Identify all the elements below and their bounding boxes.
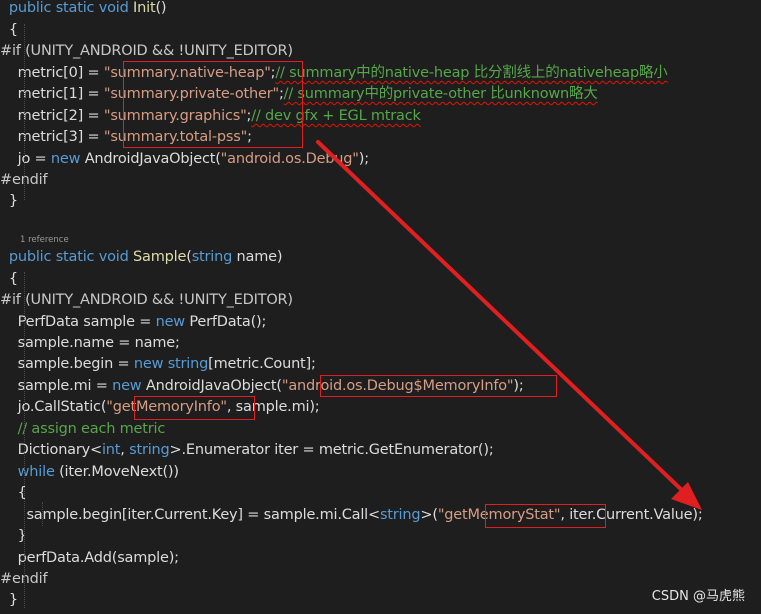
code-keyword: public — [8, 0, 52, 16]
code-string: "summary.total-pss" — [103, 129, 248, 145]
indent-guide — [42, 502, 43, 526]
code-token: ); — [513, 378, 524, 394]
code-keyword: public — [8, 249, 52, 265]
code-line[interactable]: perfData.Add(sample); — [0, 548, 179, 570]
code-line[interactable]: #if (UNITY_ANDROID && !UNITY_EDITOR) — [0, 41, 293, 63]
code-line[interactable]: while (iter.MoveNext()) — [0, 462, 179, 484]
code-preprocessor: #if (UNITY_ANDROID && !UNITY_EDITOR) — [0, 43, 293, 59]
code-token: Dictionary< — [0, 442, 103, 458]
code-keyword: string — [129, 442, 170, 458]
code-token: sample.begin = — [0, 356, 134, 372]
code-comment: // summary中的private-other 比unknown略大 — [283, 86, 598, 102]
code-preprocessor: #if (UNITY_ANDROID && !UNITY_EDITOR) — [0, 292, 293, 308]
code-keyword: new — [133, 356, 164, 372]
code-line[interactable]: metric[3] = "summary.total-pss"; — [0, 127, 252, 149]
code-string: "android.os.Debug$MemoryInfo" — [281, 378, 514, 394]
code-line[interactable]: } — [0, 191, 18, 213]
code-string: "getMemoryInfo" — [106, 399, 227, 415]
code-token: } — [0, 528, 27, 544]
code-comment: // assign each metric — [17, 421, 166, 437]
code-keyword: int — [101, 442, 121, 458]
code-token: metric[0] = — [0, 65, 104, 81]
code-token: metric[3] = — [0, 129, 104, 145]
code-string: "getMemoryStat" — [437, 507, 561, 523]
code-token: () — [155, 0, 167, 16]
code-keyword: string — [191, 249, 233, 265]
code-string: "summary.native-heap" — [103, 65, 271, 81]
code-method: Init — [133, 0, 156, 16]
code-token: jo.CallStatic( — [0, 399, 107, 415]
code-token: jo = — [0, 151, 51, 167]
codelens-reference[interactable]: 1 reference — [20, 234, 69, 246]
code-line[interactable]: public static void Init() — [0, 0, 167, 20]
code-token: metric[1] = — [0, 86, 104, 102]
code-line[interactable]: jo.CallStatic("getMemoryInfo", sample.mi… — [0, 397, 320, 419]
code-line[interactable]: } — [0, 526, 27, 548]
code-token: { — [0, 485, 27, 501]
code-method: Sample — [133, 249, 187, 265]
code-token: { — [0, 22, 18, 38]
code-token: >.Enumerator iter = metric.GetEnumerator… — [169, 442, 494, 458]
code-token: name) — [232, 249, 283, 265]
code-line[interactable]: jo = new AndroidJavaObject("android.os.D… — [0, 149, 370, 171]
code-token: >( — [420, 507, 438, 523]
code-line[interactable]: metric[1] = "summary.private-other";// s… — [0, 84, 598, 106]
code-keyword: string — [379, 507, 421, 523]
indent-guide — [24, 272, 25, 608]
code-line[interactable]: sample.name = name; — [0, 333, 180, 355]
code-token: AndroidJavaObject( — [80, 151, 221, 167]
code-token: , — [120, 442, 130, 458]
code-token: } — [0, 193, 18, 209]
code-token: { — [0, 271, 18, 287]
code-keyword: static — [55, 0, 95, 16]
code-keyword: new — [112, 378, 142, 394]
code-line[interactable]: sample.mi = new AndroidJavaObject("andro… — [0, 376, 524, 398]
code-token: , iter.Current.Value); — [560, 507, 703, 523]
code-line[interactable]: metric[0] = "summary.native-heap";// sum… — [0, 63, 668, 85]
code-token: perfData.Add(sample); — [0, 550, 179, 566]
code-keyword: static — [55, 249, 95, 265]
code-keyword: new — [50, 151, 81, 167]
code-line[interactable]: PerfData sample = new PerfData(); — [0, 312, 267, 334]
code-token: sample.begin[iter.Current.Key] = sample.… — [0, 507, 380, 523]
code-token: , sample.mi); — [226, 399, 320, 415]
code-line[interactable]: metric[2] = "summary.graphics";// dev gf… — [0, 106, 421, 128]
code-keyword: new — [155, 314, 186, 330]
code-token: [metric.Count]; — [208, 356, 316, 372]
code-keyword: void — [98, 249, 129, 265]
code-keyword: string — [167, 356, 209, 372]
code-keyword: void — [98, 0, 129, 16]
code-line[interactable]: sample.begin[iter.Current.Key] = sample.… — [0, 505, 703, 527]
code-token: sample.mi = — [0, 378, 113, 394]
code-comment: // dev gfx + EGL mtrack — [251, 108, 421, 124]
code-token: (iter.MoveNext()) — [54, 464, 179, 480]
code-line[interactable]: { — [0, 20, 18, 42]
code-comment: // summary中的native-heap 比分割线上的nativeheap… — [275, 65, 668, 81]
code-token: AndroidJavaObject( — [141, 378, 282, 394]
code-line[interactable]: #if (UNITY_ANDROID && !UNITY_EDITOR) — [0, 290, 293, 312]
code-string: "android.os.Debug" — [220, 151, 359, 167]
code-line[interactable]: sample.begin = new string[metric.Count]; — [0, 354, 316, 376]
watermark: CSDN @马虎熊 — [651, 589, 745, 604]
code-line[interactable]: public static void Sample(string name) — [0, 247, 283, 269]
code-line[interactable]: { — [0, 483, 27, 505]
code-line[interactable]: } — [0, 590, 18, 612]
code-token: metric[2] = — [0, 108, 104, 124]
code-string: "summary.private-other" — [103, 86, 279, 102]
indent-guide — [24, 24, 25, 200]
code-line[interactable]: Dictionary<int, string>.Enumerator iter … — [0, 440, 494, 462]
code-token: sample.name = name; — [0, 335, 180, 351]
code-line[interactable]: { — [0, 269, 18, 291]
code-editor[interactable]: public static void Init() { #if (UNITY_AN… — [0, 0, 761, 614]
code-string: "summary.graphics" — [103, 108, 247, 124]
code-token: PerfData(); — [184, 314, 267, 330]
code-token: ; — [247, 129, 252, 145]
code-token: ); — [358, 151, 369, 167]
code-token: } — [0, 592, 18, 608]
